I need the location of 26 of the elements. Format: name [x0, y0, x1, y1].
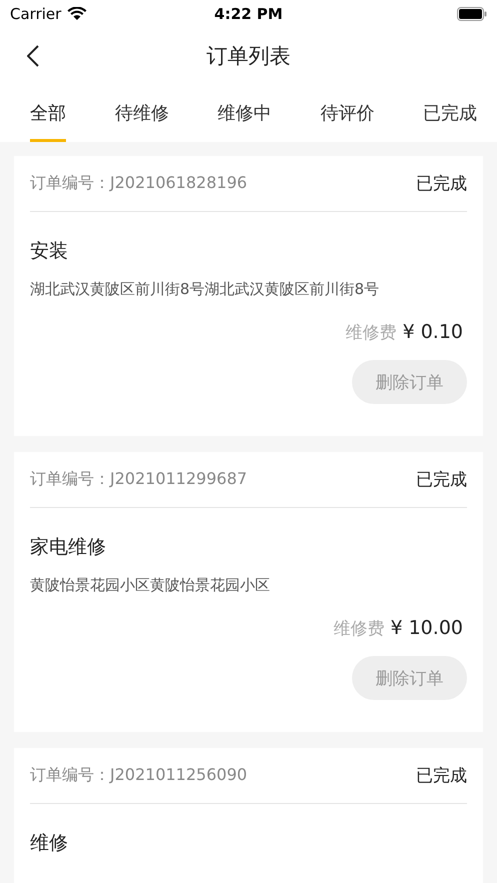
page-title: 订单列表	[206, 43, 290, 70]
order-status: 已完成	[416, 173, 467, 195]
filter-tab[interactable]: 维修中	[218, 84, 272, 142]
clock-time: 4:22 PM	[214, 5, 283, 23]
order-title: 维修	[30, 831, 69, 856]
chevron-left-icon	[27, 45, 39, 67]
order-status: 已完成	[416, 469, 467, 491]
wifi-icon	[67, 7, 88, 21]
filter-tab[interactable]: 全部	[30, 84, 66, 142]
order-number: 订单编号：J2021061828196	[30, 173, 248, 194]
filter-tab[interactable]: 待评价	[320, 84, 374, 142]
order-title: 家电维修	[30, 535, 107, 560]
order-number: 订单编号：J2021011299687	[30, 469, 248, 490]
fee-amount: ¥ 0.10	[402, 321, 463, 343]
order-address: 湖北武汉黄陂区前川街8号湖北武汉黄陂区前川街8号	[30, 280, 380, 299]
fee-amount: ¥ 10.00	[390, 617, 463, 639]
battery-icon	[457, 7, 487, 21]
order-number: 订单编号：J2021011256090	[30, 765, 248, 786]
fee-label: 维修费	[333, 618, 384, 640]
order-title: 安装	[30, 239, 69, 264]
order-address: 黄陂怡景花园小区黄陂怡景花园小区	[30, 576, 271, 595]
order-status: 已完成	[416, 765, 467, 787]
carrier-label: Carrier	[10, 5, 62, 23]
filter-tab[interactable]: 已完成	[423, 84, 477, 142]
filter-tab[interactable]: 待维修	[114, 84, 169, 142]
fee-label: 维修费	[346, 322, 397, 344]
